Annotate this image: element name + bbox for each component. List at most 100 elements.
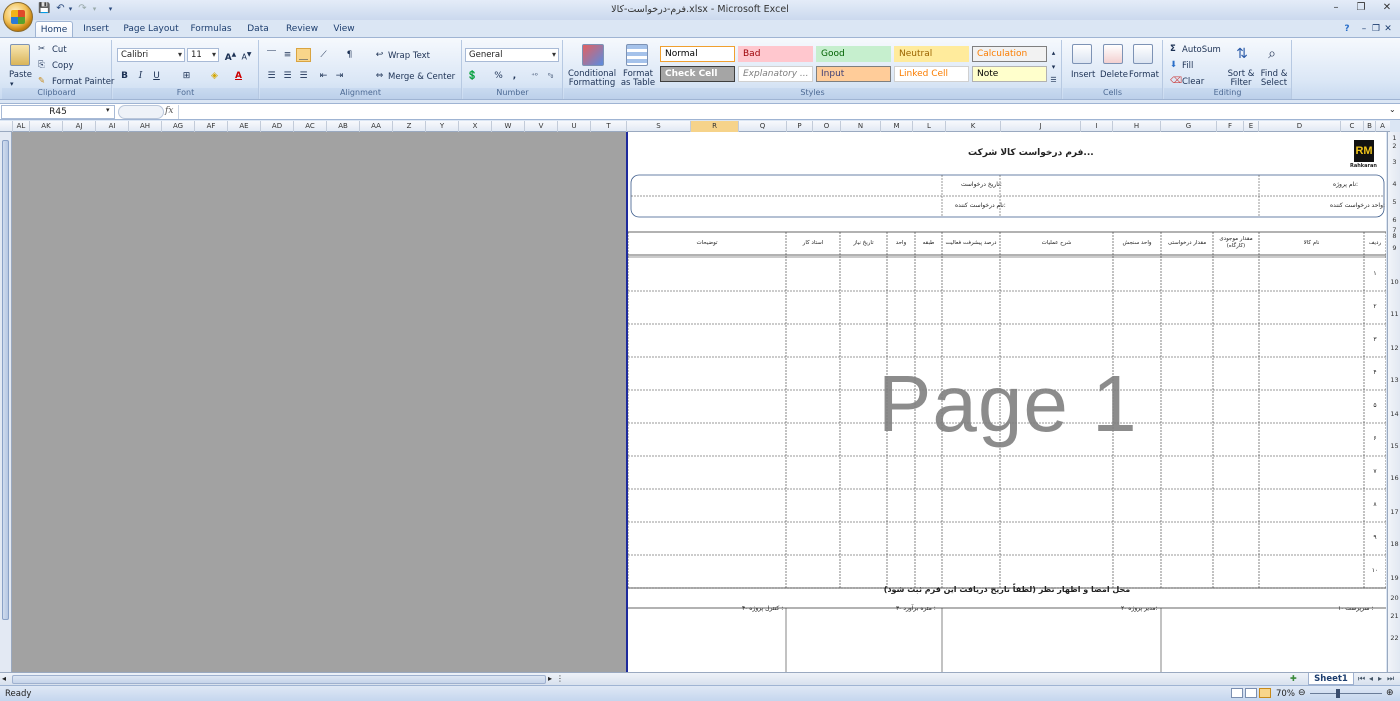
insert-cells-button[interactable]: Insert: [1071, 70, 1095, 80]
row-header-9[interactable]: 9: [1388, 244, 1400, 252]
cell-style-check-cell[interactable]: Check Cell: [660, 66, 735, 82]
sort-filter-icon[interactable]: ⇅: [1232, 44, 1252, 64]
expand-formula-bar-icon[interactable]: ⌄: [1389, 105, 1396, 114]
column-header-u[interactable]: U: [557, 121, 590, 132]
vertical-scrollbar[interactable]: [0, 132, 12, 672]
customize-qat-icon[interactable]: ▾: [104, 3, 117, 15]
format-as-table-button[interactable]: Format as Table: [618, 70, 658, 88]
find-select-button[interactable]: Find & Select: [1258, 70, 1290, 88]
delete-cells-icon[interactable]: [1103, 44, 1123, 64]
row-header-2[interactable]: 2: [1388, 142, 1400, 150]
align-center-icon[interactable]: ☰: [280, 69, 295, 83]
column-header-ab[interactable]: AB: [326, 121, 359, 132]
increase-indent-icon[interactable]: ⇥: [332, 69, 347, 83]
fill-icon[interactable]: ⬇: [1170, 60, 1177, 70]
redo-dropdown-icon[interactable]: ▾: [88, 3, 101, 15]
column-header-al[interactable]: AL: [12, 121, 29, 132]
font-size-combo[interactable]: 11: [187, 48, 219, 62]
column-header-ad[interactable]: AD: [260, 121, 293, 132]
fill-button[interactable]: Fill: [1182, 61, 1193, 71]
tab-view[interactable]: View: [328, 21, 360, 37]
row-header-15[interactable]: 15: [1388, 442, 1400, 450]
formula-input[interactable]: [178, 105, 1386, 119]
restore-button[interactable]: ❐: [1351, 2, 1371, 16]
merge-center-icon[interactable]: ⇔: [372, 69, 387, 83]
next-sheet-icon[interactable]: ▸: [1378, 674, 1382, 683]
cell-style-bad[interactable]: Bad: [738, 46, 813, 62]
align-bottom-icon[interactable]: ⎽: [296, 48, 311, 62]
row-header-8[interactable]: 8: [1388, 232, 1400, 240]
cut-icon[interactable]: ✂: [38, 44, 45, 54]
row-header-18[interactable]: 18: [1388, 540, 1400, 548]
tab-formulas[interactable]: Formulas: [188, 21, 234, 37]
zoom-slider-thumb[interactable]: [1336, 689, 1340, 698]
format-as-table-icon[interactable]: [626, 44, 648, 66]
minimize-button[interactable]: –: [1326, 2, 1346, 16]
autosum-button[interactable]: AutoSum: [1182, 45, 1221, 55]
tab-split-icon[interactable]: ⋮: [556, 674, 564, 683]
column-header-x[interactable]: X: [458, 121, 491, 132]
format-cells-icon[interactable]: [1133, 44, 1153, 64]
column-header-e[interactable]: E: [1243, 121, 1258, 132]
decrease-indent-icon[interactable]: ⇤: [316, 69, 331, 83]
row-header-5[interactable]: 5: [1388, 198, 1400, 206]
cell-style-linked-cell[interactable]: Linked Cell: [894, 66, 969, 82]
tab-page-layout[interactable]: Page Layout: [121, 21, 181, 37]
column-header-w[interactable]: W: [491, 121, 524, 132]
column-header-d[interactable]: D: [1258, 121, 1340, 132]
copy-button[interactable]: Copy: [52, 61, 74, 71]
page-layout-view-icon[interactable]: [1245, 688, 1257, 698]
align-right-icon[interactable]: ☰: [296, 69, 311, 83]
cell-style-note[interactable]: Note: [972, 66, 1047, 82]
row-header-10[interactable]: 10: [1388, 278, 1400, 286]
column-header-i[interactable]: I: [1080, 121, 1112, 132]
page-break-preview-icon[interactable]: [1259, 688, 1271, 698]
column-header-af[interactable]: AF: [194, 121, 227, 132]
cell-style-neutral[interactable]: Neutral: [894, 46, 969, 62]
row-header-21[interactable]: 21: [1388, 612, 1400, 620]
format-cells-button[interactable]: Format: [1129, 70, 1159, 80]
underline-button[interactable]: U: [149, 69, 164, 83]
conditional-formatting-button[interactable]: Conditional Formatting: [568, 70, 616, 88]
sheet-tab-sheet1[interactable]: Sheet1: [1308, 673, 1354, 685]
conditional-formatting-icon[interactable]: [582, 44, 604, 66]
tab-data[interactable]: Data: [242, 21, 274, 37]
column-header-l[interactable]: L: [912, 121, 945, 132]
align-top-icon[interactable]: ⎺: [264, 48, 279, 62]
paste-button[interactable]: Paste: [9, 70, 32, 80]
orientation-icon[interactable]: ⟋: [316, 48, 331, 62]
zoom-slider[interactable]: [1310, 693, 1382, 694]
shrink-font-icon[interactable]: A▼: [239, 48, 254, 62]
wrap-text-icon[interactable]: ↩: [372, 48, 387, 62]
row-header-13[interactable]: 13: [1388, 376, 1400, 384]
help-icon[interactable]: ?: [1340, 21, 1354, 37]
sort-filter-button[interactable]: Sort & Filter: [1226, 70, 1256, 88]
tab-home[interactable]: Home: [35, 21, 73, 37]
tab-insert[interactable]: Insert: [78, 21, 114, 37]
column-header-v[interactable]: V: [524, 121, 557, 132]
column-header-a[interactable]: A: [1375, 121, 1389, 132]
column-header-b[interactable]: B: [1363, 121, 1375, 132]
font-name-combo[interactable]: Calibri: [117, 48, 185, 62]
column-header-o[interactable]: O: [812, 121, 840, 132]
insert-sheet-icon[interactable]: ✚: [1290, 674, 1297, 683]
styles-scroll-up-icon[interactable]: ▴: [1046, 46, 1061, 60]
row-header-12[interactable]: 12: [1388, 344, 1400, 352]
row-header-17[interactable]: 17: [1388, 508, 1400, 516]
wrap-text-button[interactable]: Wrap Text: [388, 51, 430, 61]
column-header-ak[interactable]: AK: [29, 121, 62, 132]
name-box[interactable]: R45: [1, 105, 115, 119]
workbook-close-icon[interactable]: ✕: [1382, 21, 1394, 37]
cell-style-good[interactable]: Good: [816, 46, 891, 62]
column-header-j[interactable]: J: [1000, 121, 1080, 132]
horizontal-scroll-thumb[interactable]: [12, 675, 546, 684]
insert-cells-icon[interactable]: [1072, 44, 1092, 64]
column-header-aj[interactable]: AJ: [62, 121, 95, 132]
column-header-ae[interactable]: AE: [227, 121, 260, 132]
column-header-n[interactable]: N: [840, 121, 880, 132]
column-header-ac[interactable]: AC: [293, 121, 326, 132]
row-header-19[interactable]: 19: [1388, 574, 1400, 582]
number-format-combo[interactable]: General: [465, 48, 559, 62]
cell-style-explanatory[interactable]: Explanatory ...: [738, 66, 813, 82]
currency-icon[interactable]: 💲: [465, 69, 480, 83]
